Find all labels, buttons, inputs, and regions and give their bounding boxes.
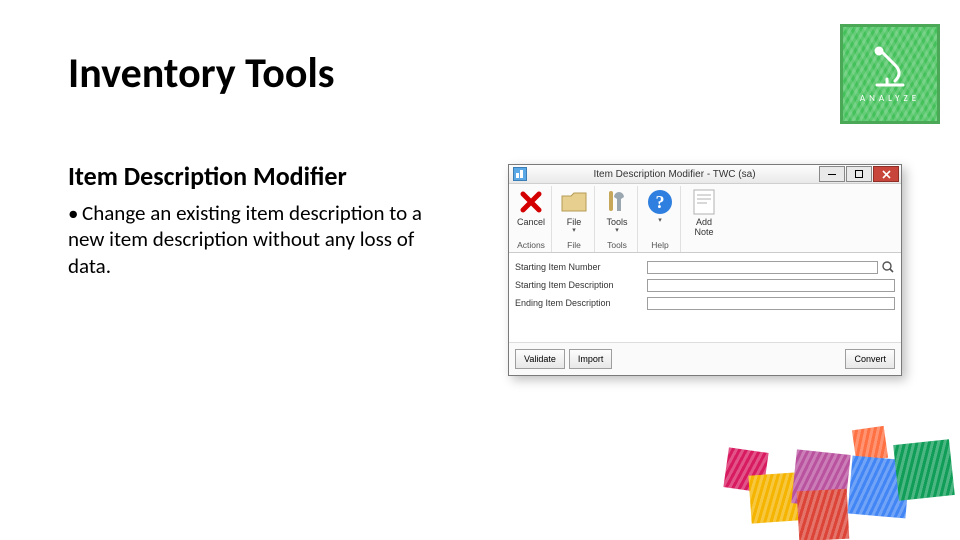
folder-icon (560, 188, 588, 216)
chevron-down-icon: ▾ (658, 217, 662, 224)
starting-item-number-input[interactable] (647, 261, 878, 274)
ribbon-cancel-label: Cancel (517, 217, 545, 227)
app-window: Item Description Modifier - TWC (sa) Can… (508, 164, 902, 376)
validate-button[interactable]: Validate (515, 349, 565, 369)
decorative-squares (716, 410, 946, 530)
bullet-marker: • (68, 200, 82, 226)
maximize-icon (855, 170, 863, 178)
ribbon-tools-group: Tools (607, 240, 627, 250)
starting-item-description-label: Starting Item Description (515, 280, 647, 290)
minimize-button[interactable] (819, 166, 845, 182)
convert-button[interactable]: Convert (845, 349, 895, 369)
search-icon (882, 261, 894, 273)
ribbon-help[interactable]: ? ▾ Help (640, 186, 681, 252)
ribbon-file-label: File (567, 217, 582, 227)
ribbon-file-group: File (567, 240, 581, 250)
lookup-button[interactable] (881, 260, 895, 274)
microscope-icon (867, 45, 913, 91)
ending-item-description-label: Ending Item Description (515, 298, 647, 308)
close-button[interactable] (873, 166, 899, 182)
tools-icon (603, 188, 631, 216)
bullet-text: Change an existing item description to a… (68, 200, 422, 279)
maximize-button[interactable] (846, 166, 872, 182)
app-icon (513, 167, 527, 181)
starting-item-description-input[interactable] (647, 279, 895, 292)
analyze-logo: ANALYZE (840, 24, 940, 124)
help-icon: ? (646, 188, 674, 216)
logo-caption: ANALYZE (860, 93, 920, 104)
ribbon-cancel[interactable]: Cancel Actions (511, 186, 552, 252)
ribbon: Cancel Actions File ▾ File Tools ▾ Tools (509, 184, 901, 253)
note-icon (690, 188, 718, 216)
ribbon-tools-label: Tools (607, 217, 628, 227)
cancel-icon (517, 188, 545, 216)
chevron-down-icon: ▾ (615, 227, 619, 234)
chevron-down-icon: ▾ (572, 227, 576, 234)
svg-text:?: ? (656, 192, 665, 212)
slide: Inventory Tools ANALYZE Item Description… (0, 0, 960, 540)
close-icon (882, 170, 891, 179)
section-subtitle: Item Description Modifier (68, 160, 347, 192)
ending-item-description-input[interactable] (647, 297, 895, 310)
form: Starting Item Number Starting Item Descr… (509, 253, 901, 311)
import-button[interactable]: Import (569, 349, 613, 369)
ribbon-addnote-label: Add Note (689, 217, 719, 237)
ribbon-file[interactable]: File ▾ File (554, 186, 595, 252)
ribbon-add-note[interactable]: Add Note (683, 186, 725, 252)
titlebar: Item Description Modifier - TWC (sa) (509, 165, 901, 184)
button-bar: Validate Import Convert (509, 342, 901, 375)
ribbon-cancel-group: Actions (517, 240, 545, 250)
ribbon-tools[interactable]: Tools ▾ Tools (597, 186, 638, 252)
page-title: Inventory Tools (68, 48, 335, 99)
window-title: Item Description Modifier - TWC (sa) (531, 169, 818, 180)
ribbon-help-group: Help (651, 240, 668, 250)
starting-item-number-label: Starting Item Number (515, 262, 647, 272)
bullet-item: •Change an existing item description to … (68, 200, 448, 279)
